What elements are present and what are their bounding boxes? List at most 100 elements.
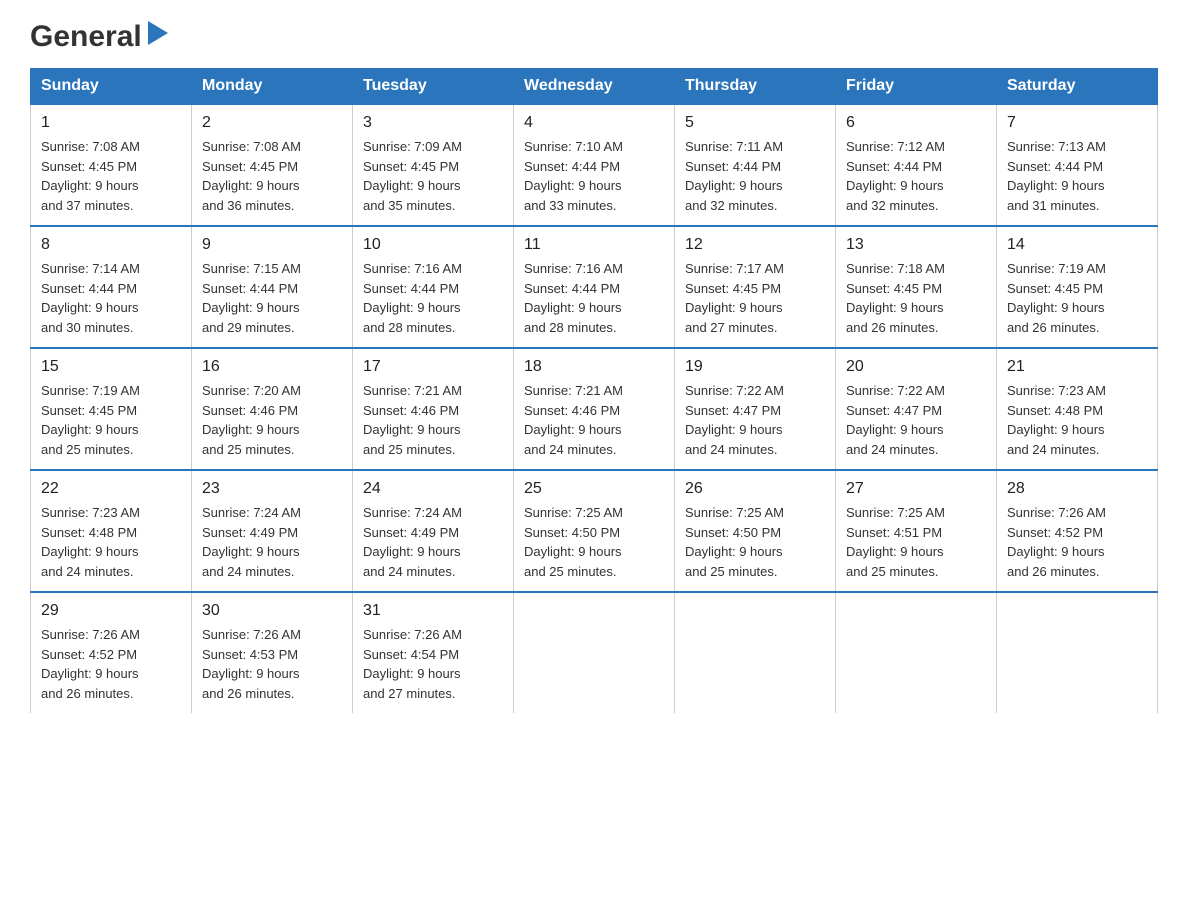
day-info: Sunrise: 7:25 AMSunset: 4:50 PMDaylight:…	[524, 505, 623, 579]
day-info: Sunrise: 7:25 AMSunset: 4:50 PMDaylight:…	[685, 505, 784, 579]
calendar-cell: 5 Sunrise: 7:11 AMSunset: 4:44 PMDayligh…	[675, 104, 836, 226]
calendar-cell: 18 Sunrise: 7:21 AMSunset: 4:46 PMDaylig…	[514, 348, 675, 470]
day-header-monday: Monday	[192, 69, 353, 105]
day-number: 19	[685, 355, 825, 379]
day-number: 27	[846, 477, 986, 501]
calendar-cell: 3 Sunrise: 7:09 AMSunset: 4:45 PMDayligh…	[353, 104, 514, 226]
calendar-cell: 26 Sunrise: 7:25 AMSunset: 4:50 PMDaylig…	[675, 470, 836, 592]
day-info: Sunrise: 7:24 AMSunset: 4:49 PMDaylight:…	[363, 505, 462, 579]
calendar-cell: 15 Sunrise: 7:19 AMSunset: 4:45 PMDaylig…	[31, 348, 192, 470]
day-number: 22	[41, 477, 181, 501]
day-number: 23	[202, 477, 342, 501]
day-number: 13	[846, 233, 986, 257]
calendar-cell: 28 Sunrise: 7:26 AMSunset: 4:52 PMDaylig…	[997, 470, 1158, 592]
calendar-cell: 4 Sunrise: 7:10 AMSunset: 4:44 PMDayligh…	[514, 104, 675, 226]
calendar-cell: 23 Sunrise: 7:24 AMSunset: 4:49 PMDaylig…	[192, 470, 353, 592]
day-number: 1	[41, 111, 181, 135]
day-info: Sunrise: 7:25 AMSunset: 4:51 PMDaylight:…	[846, 505, 945, 579]
calendar-cell: 8 Sunrise: 7:14 AMSunset: 4:44 PMDayligh…	[31, 226, 192, 348]
calendar-cell: 7 Sunrise: 7:13 AMSunset: 4:44 PMDayligh…	[997, 104, 1158, 226]
day-info: Sunrise: 7:26 AMSunset: 4:52 PMDaylight:…	[41, 627, 140, 701]
calendar-cell: 19 Sunrise: 7:22 AMSunset: 4:47 PMDaylig…	[675, 348, 836, 470]
day-number: 26	[685, 477, 825, 501]
day-number: 8	[41, 233, 181, 257]
calendar-cell: 29 Sunrise: 7:26 AMSunset: 4:52 PMDaylig…	[31, 592, 192, 713]
day-header-sunday: Sunday	[31, 69, 192, 105]
day-info: Sunrise: 7:21 AMSunset: 4:46 PMDaylight:…	[363, 383, 462, 457]
day-info: Sunrise: 7:17 AMSunset: 4:45 PMDaylight:…	[685, 261, 784, 335]
day-info: Sunrise: 7:09 AMSunset: 4:45 PMDaylight:…	[363, 139, 462, 213]
day-number: 4	[524, 111, 664, 135]
day-header-wednesday: Wednesday	[514, 69, 675, 105]
day-number: 29	[41, 599, 181, 623]
calendar-cell	[514, 592, 675, 713]
calendar-cell: 1 Sunrise: 7:08 AMSunset: 4:45 PMDayligh…	[31, 104, 192, 226]
calendar-cell: 24 Sunrise: 7:24 AMSunset: 4:49 PMDaylig…	[353, 470, 514, 592]
calendar-cell: 10 Sunrise: 7:16 AMSunset: 4:44 PMDaylig…	[353, 226, 514, 348]
day-info: Sunrise: 7:21 AMSunset: 4:46 PMDaylight:…	[524, 383, 623, 457]
day-number: 24	[363, 477, 503, 501]
day-number: 21	[1007, 355, 1147, 379]
calendar-cell: 16 Sunrise: 7:20 AMSunset: 4:46 PMDaylig…	[192, 348, 353, 470]
calendar-cell: 21 Sunrise: 7:23 AMSunset: 4:48 PMDaylig…	[997, 348, 1158, 470]
day-number: 12	[685, 233, 825, 257]
day-header-thursday: Thursday	[675, 69, 836, 105]
day-info: Sunrise: 7:19 AMSunset: 4:45 PMDaylight:…	[41, 383, 140, 457]
day-info: Sunrise: 7:16 AMSunset: 4:44 PMDaylight:…	[524, 261, 623, 335]
logo-general-text: General	[30, 20, 142, 54]
logo-triangle-icon	[144, 21, 172, 49]
calendar-cell: 2 Sunrise: 7:08 AMSunset: 4:45 PMDayligh…	[192, 104, 353, 226]
calendar-cell: 14 Sunrise: 7:19 AMSunset: 4:45 PMDaylig…	[997, 226, 1158, 348]
day-info: Sunrise: 7:08 AMSunset: 4:45 PMDaylight:…	[41, 139, 140, 213]
day-number: 11	[524, 233, 664, 257]
day-info: Sunrise: 7:23 AMSunset: 4:48 PMDaylight:…	[1007, 383, 1106, 457]
day-number: 9	[202, 233, 342, 257]
calendar-cell: 12 Sunrise: 7:17 AMSunset: 4:45 PMDaylig…	[675, 226, 836, 348]
day-number: 28	[1007, 477, 1147, 501]
day-header-friday: Friday	[836, 69, 997, 105]
calendar-cell: 9 Sunrise: 7:15 AMSunset: 4:44 PMDayligh…	[192, 226, 353, 348]
day-number: 20	[846, 355, 986, 379]
day-number: 2	[202, 111, 342, 135]
day-info: Sunrise: 7:26 AMSunset: 4:54 PMDaylight:…	[363, 627, 462, 701]
calendar-cell: 13 Sunrise: 7:18 AMSunset: 4:45 PMDaylig…	[836, 226, 997, 348]
day-info: Sunrise: 7:13 AMSunset: 4:44 PMDaylight:…	[1007, 139, 1106, 213]
calendar-cell: 6 Sunrise: 7:12 AMSunset: 4:44 PMDayligh…	[836, 104, 997, 226]
day-number: 3	[363, 111, 503, 135]
day-header-tuesday: Tuesday	[353, 69, 514, 105]
logo: General	[30, 20, 172, 50]
day-number: 14	[1007, 233, 1147, 257]
calendar-cell: 31 Sunrise: 7:26 AMSunset: 4:54 PMDaylig…	[353, 592, 514, 713]
calendar-header-row: SundayMondayTuesdayWednesdayThursdayFrid…	[31, 69, 1158, 105]
calendar-week-row: 15 Sunrise: 7:19 AMSunset: 4:45 PMDaylig…	[31, 348, 1158, 470]
calendar-week-row: 1 Sunrise: 7:08 AMSunset: 4:45 PMDayligh…	[31, 104, 1158, 226]
day-number: 17	[363, 355, 503, 379]
calendar-cell	[836, 592, 997, 713]
day-info: Sunrise: 7:12 AMSunset: 4:44 PMDaylight:…	[846, 139, 945, 213]
calendar-cell: 11 Sunrise: 7:16 AMSunset: 4:44 PMDaylig…	[514, 226, 675, 348]
calendar-week-row: 29 Sunrise: 7:26 AMSunset: 4:52 PMDaylig…	[31, 592, 1158, 713]
calendar-cell: 25 Sunrise: 7:25 AMSunset: 4:50 PMDaylig…	[514, 470, 675, 592]
day-info: Sunrise: 7:22 AMSunset: 4:47 PMDaylight:…	[685, 383, 784, 457]
calendar-cell: 17 Sunrise: 7:21 AMSunset: 4:46 PMDaylig…	[353, 348, 514, 470]
day-info: Sunrise: 7:15 AMSunset: 4:44 PMDaylight:…	[202, 261, 301, 335]
day-number: 6	[846, 111, 986, 135]
day-info: Sunrise: 7:26 AMSunset: 4:52 PMDaylight:…	[1007, 505, 1106, 579]
day-number: 10	[363, 233, 503, 257]
calendar-cell: 20 Sunrise: 7:22 AMSunset: 4:47 PMDaylig…	[836, 348, 997, 470]
calendar-week-row: 22 Sunrise: 7:23 AMSunset: 4:48 PMDaylig…	[31, 470, 1158, 592]
day-info: Sunrise: 7:26 AMSunset: 4:53 PMDaylight:…	[202, 627, 301, 701]
calendar-cell: 27 Sunrise: 7:25 AMSunset: 4:51 PMDaylig…	[836, 470, 997, 592]
day-number: 18	[524, 355, 664, 379]
day-number: 31	[363, 599, 503, 623]
day-info: Sunrise: 7:19 AMSunset: 4:45 PMDaylight:…	[1007, 261, 1106, 335]
day-header-saturday: Saturday	[997, 69, 1158, 105]
day-number: 5	[685, 111, 825, 135]
calendar-cell: 30 Sunrise: 7:26 AMSunset: 4:53 PMDaylig…	[192, 592, 353, 713]
day-number: 30	[202, 599, 342, 623]
day-info: Sunrise: 7:11 AMSunset: 4:44 PMDaylight:…	[685, 139, 783, 213]
calendar-cell: 22 Sunrise: 7:23 AMSunset: 4:48 PMDaylig…	[31, 470, 192, 592]
day-info: Sunrise: 7:08 AMSunset: 4:45 PMDaylight:…	[202, 139, 301, 213]
day-info: Sunrise: 7:10 AMSunset: 4:44 PMDaylight:…	[524, 139, 623, 213]
day-number: 25	[524, 477, 664, 501]
